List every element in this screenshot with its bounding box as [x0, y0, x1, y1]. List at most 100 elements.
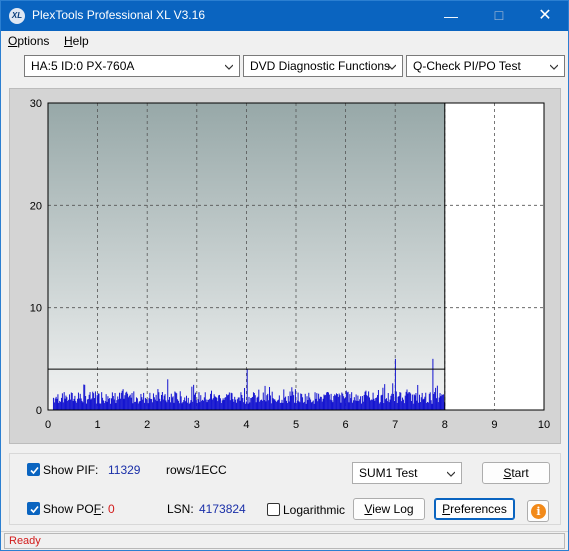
info-button[interactable]: i: [527, 500, 549, 522]
bar-mark: [178, 403, 180, 410]
bar-mark: [274, 399, 276, 410]
start-button[interactable]: Start: [482, 462, 550, 484]
bar-mark: [210, 390, 212, 410]
bar-mark: [224, 397, 226, 410]
show-pof-checkbox[interactable]: [27, 502, 40, 515]
bar-mark: [205, 399, 207, 410]
bar-mark: [83, 384, 85, 410]
bar-mark: [324, 395, 326, 410]
bar-mark: [56, 398, 58, 410]
bar-mark: [161, 392, 163, 410]
bar-mark: [84, 384, 86, 410]
bar-mark: [422, 399, 424, 410]
bar-mark: [391, 393, 393, 410]
bar-mark: [174, 391, 176, 410]
test-select[interactable]: Q-Check PI/PO Test: [406, 55, 565, 77]
maximize-button[interactable]: ☐: [476, 1, 522, 31]
bar-mark: [217, 401, 219, 410]
bar-mark: [335, 395, 337, 410]
logarithmic-checkbox[interactable]: [267, 503, 280, 516]
bar-mark: [155, 394, 157, 410]
bar-mark: [202, 399, 204, 410]
bar-mark: [96, 395, 98, 410]
bar-mark: [58, 402, 60, 410]
bar-mark: [202, 400, 204, 410]
bar-mark: [183, 400, 185, 410]
bar-mark: [199, 402, 201, 410]
sum-test-select[interactable]: SUM1 Test: [352, 462, 462, 484]
bar-mark: [392, 383, 394, 410]
pif-units: rows/1ECC: [166, 463, 227, 477]
view-log-button[interactable]: View Log: [353, 498, 425, 520]
bar-mark: [121, 390, 123, 410]
bar-mark: [319, 396, 321, 410]
show-pif-checkbox[interactable]: [27, 463, 40, 476]
function-select[interactable]: DVD Diagnostic Functions: [243, 55, 403, 77]
bar-mark: [175, 392, 177, 410]
show-pif-label: Show PIF:: [43, 463, 99, 477]
bar-mark: [378, 403, 380, 410]
preferences-button[interactable]: Preferences: [434, 498, 515, 520]
preferences-label: references: [450, 502, 507, 516]
bar-mark: [180, 396, 182, 410]
bar-mark: [410, 400, 412, 410]
bar-mark: [434, 392, 436, 410]
bar-mark: [148, 398, 150, 410]
bar-mark: [52, 397, 54, 410]
bar-mark: [310, 399, 312, 410]
bar-mark: [89, 392, 91, 410]
bar-mark: [214, 396, 216, 410]
bar-mark: [358, 400, 360, 410]
menu-options-mnemonic: O: [8, 34, 18, 48]
status-panel: Ready: [4, 533, 565, 549]
bar-mark: [235, 399, 237, 410]
sum-test-select-value: SUM1 Test: [359, 466, 418, 480]
bar-mark: [59, 400, 61, 410]
bar-mark: [362, 401, 364, 410]
show-pof-prefix: Show PO: [43, 502, 94, 516]
bar-mark: [139, 401, 141, 410]
status-bar: Ready: [1, 531, 568, 550]
bar-mark: [398, 396, 400, 410]
title-bar[interactable]: XL PlexTools Professional XL V3.16 — ☐ ✕: [1, 1, 568, 31]
bar-mark: [415, 393, 417, 410]
bar-mark: [389, 399, 391, 410]
bar-mark: [427, 402, 429, 410]
pof-value: 0: [108, 502, 115, 516]
bar-mark: [170, 393, 172, 410]
bar-mark: [256, 397, 258, 410]
bar-mark: [370, 399, 372, 410]
bar-mark: [108, 398, 110, 410]
bar-mark: [231, 393, 233, 410]
bar-mark: [85, 395, 87, 410]
bar-mark: [276, 402, 278, 410]
minimize-button[interactable]: —: [428, 1, 474, 31]
bar-mark: [286, 403, 288, 410]
bar-mark: [135, 397, 137, 410]
bar-mark: [436, 385, 438, 410]
bar-mark: [428, 393, 430, 410]
close-button[interactable]: ✕: [522, 1, 568, 31]
bar-mark: [322, 398, 324, 410]
bar-mark: [432, 358, 434, 410]
bar-mark: [90, 399, 92, 410]
menu-options[interactable]: Options: [8, 34, 49, 48]
bar-mark: [366, 395, 368, 410]
bar-mark: [212, 398, 214, 410]
bar-mark: [277, 400, 279, 410]
bar-mark: [319, 398, 321, 410]
window-title: PlexTools Professional XL V3.16: [32, 8, 205, 22]
test-select-value: Q-Check PI/PO Test: [413, 59, 521, 73]
bar-mark: [65, 395, 67, 410]
bar-mark: [360, 403, 362, 410]
bar-mark: [397, 396, 399, 410]
pif-value: 11329: [108, 463, 141, 477]
bar-mark: [352, 402, 354, 410]
bar-mark: [134, 401, 136, 410]
bar-mark: [387, 393, 389, 410]
bar-mark: [63, 392, 65, 410]
drive-select[interactable]: HA:5 ID:0 PX-760A: [24, 55, 240, 77]
bar-mark: [347, 391, 349, 410]
bar-mark: [413, 394, 415, 410]
menu-help[interactable]: Help: [64, 34, 89, 48]
